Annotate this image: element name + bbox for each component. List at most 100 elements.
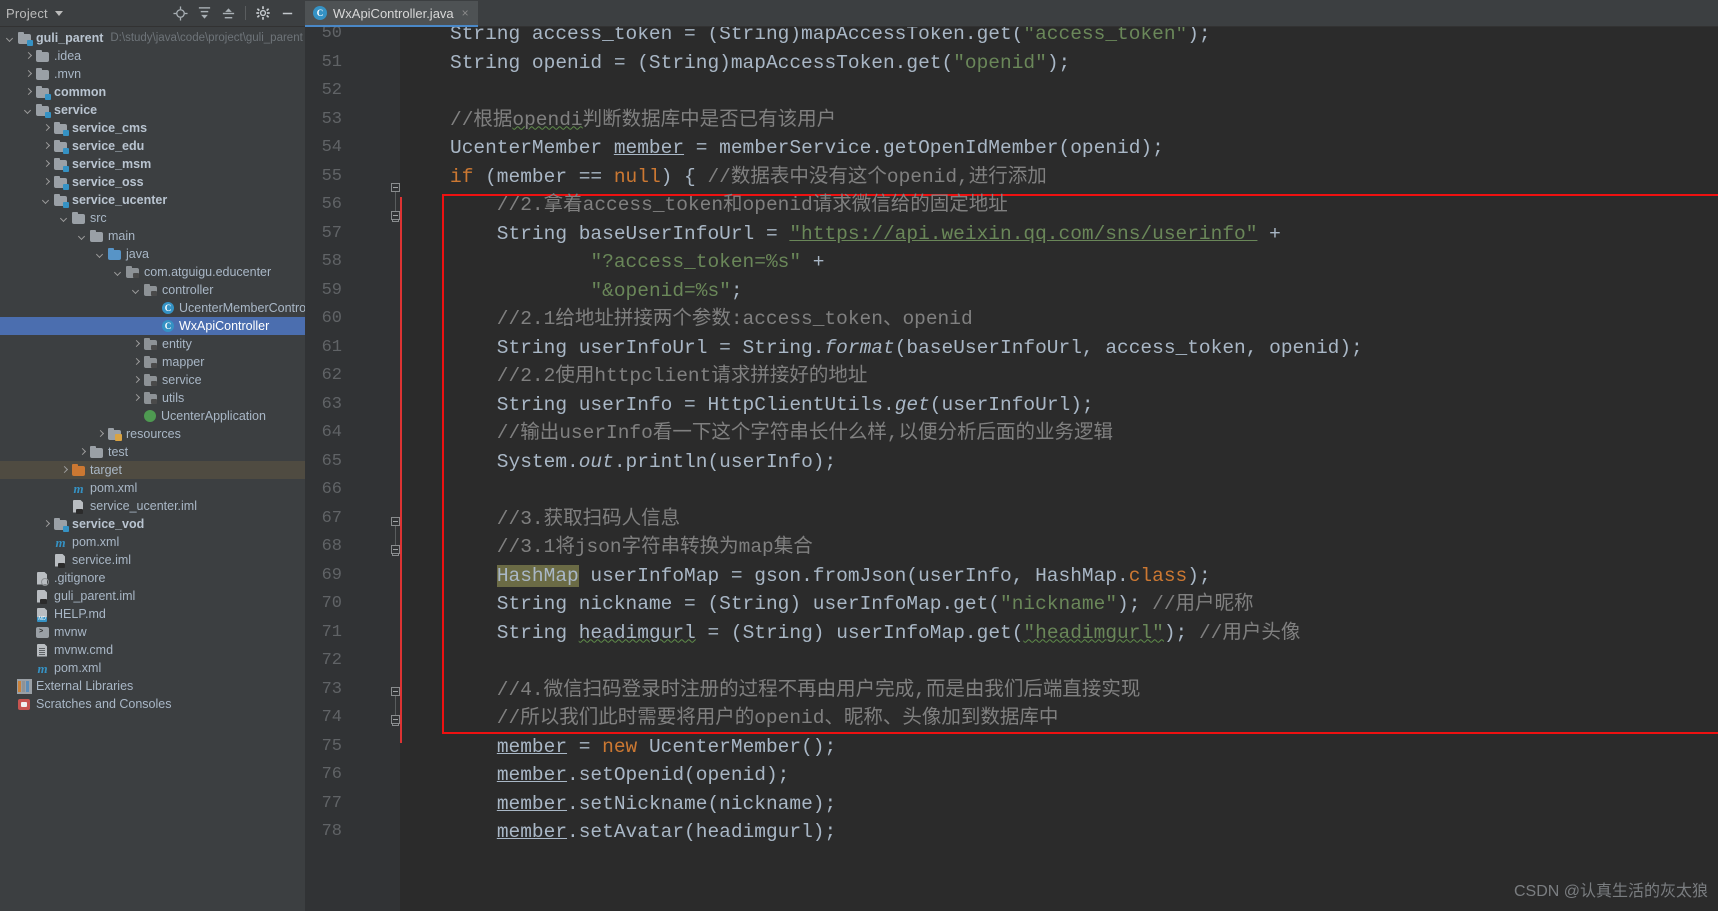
tree-row-main[interactable]: main xyxy=(0,227,305,245)
chevron-right-icon[interactable] xyxy=(131,357,142,368)
tree-row-entity[interactable]: entity xyxy=(0,335,305,353)
tree-row-service[interactable]: service xyxy=(0,371,305,389)
tree-row-mapper[interactable]: mapper xyxy=(0,353,305,371)
tree-row-service-msm[interactable]: service_msm xyxy=(0,155,305,173)
tree-row-ucenterapplication[interactable]: UcenterApplication xyxy=(0,407,305,425)
tree-row--gitignore[interactable]: .gitignore xyxy=(0,569,305,587)
tree-row-service-ucenter[interactable]: service_ucenter xyxy=(0,191,305,209)
code-line[interactable]: String baseUserInfoUrl = "https://api.we… xyxy=(450,220,1281,249)
fold-column[interactable] xyxy=(391,27,400,911)
tree-row-src[interactable]: src xyxy=(0,209,305,227)
toolwindow-title[interactable]: Project xyxy=(6,6,48,21)
code-line[interactable]: member = new UcenterMember(); xyxy=(450,733,836,762)
chevron-right-icon[interactable] xyxy=(23,51,34,62)
collapse-all-icon[interactable] xyxy=(216,2,240,24)
code-line[interactable]: String userInfo = HttpClientUtils.get(us… xyxy=(450,391,1094,420)
tree-row-test[interactable]: test xyxy=(0,443,305,461)
tree-row-com-atguigu-educenter[interactable]: com.atguigu.educenter xyxy=(0,263,305,281)
tree-row-wxapicontroller[interactable]: C WxApiController xyxy=(0,317,305,335)
expand-all-icon[interactable] xyxy=(192,2,216,24)
tree-row-pom-xml[interactable]: m pom.xml xyxy=(0,533,305,551)
chevron-down-icon[interactable] xyxy=(59,213,70,224)
chevron-down-icon[interactable] xyxy=(77,231,88,242)
code-line[interactable]: "?access_token=%s" + xyxy=(450,248,824,277)
tree-row-utils[interactable]: utils xyxy=(0,389,305,407)
editor-gutter[interactable]: 78 77 76 75 74 73 72 71 70 69 68 67 66 65 64 63 62 61 60 59… xyxy=(305,27,400,911)
code-line[interactable]: UcenterMember member = memberService.get… xyxy=(450,134,1164,163)
tree-row-guli-parent-iml[interactable]: guli_parent.iml xyxy=(0,587,305,605)
code-editor[interactable]: 78 77 76 75 74 73 72 71 70 69 68 67 66 65 64 63 62 61 60 59… xyxy=(305,27,1718,911)
chevron-down-icon[interactable] xyxy=(41,195,52,206)
code-content[interactable]: String access_token = (String)mapAccessT… xyxy=(400,27,1718,911)
chevron-right-icon[interactable] xyxy=(41,159,52,170)
code-line[interactable]: if (member == null) { //数据表中没有这个openid,进… xyxy=(450,163,1047,192)
chevron-down-icon[interactable] xyxy=(95,249,106,260)
code-line[interactable]: //所以我们此时需要将用户的openid、昵称、头像加到数据库中 xyxy=(450,704,1059,733)
chevron-right-icon[interactable] xyxy=(131,393,142,404)
code-line[interactable]: String userInfoUrl = String.format(baseU… xyxy=(450,334,1363,363)
chevron-right-icon[interactable] xyxy=(77,447,88,458)
code-line[interactable]: member.setAvatar(headimgurl); xyxy=(450,818,836,847)
chevron-down-icon[interactable] xyxy=(5,33,16,44)
code-line[interactable]: //2.1给地址拼接两个参数:access_token、openid xyxy=(450,305,973,334)
chevron-right-icon[interactable] xyxy=(41,141,52,152)
close-icon[interactable]: × xyxy=(462,7,469,19)
code-line[interactable]: String access_token = (String)mapAccessT… xyxy=(450,27,1211,49)
code-line[interactable]: //3.获取扫码人信息 xyxy=(450,505,680,534)
tree-row-pom-xml[interactable]: m pom.xml xyxy=(0,659,305,677)
code-line[interactable]: String headimgurl = (String) userInfoMap… xyxy=(450,619,1301,648)
code-line[interactable]: //输出userInfo看一下这个字符串长什么样,以便分析后面的业务逻辑 xyxy=(450,419,1113,448)
code-line[interactable]: //3.1将json字符串转换为map集合 xyxy=(450,533,813,562)
gear-icon[interactable] xyxy=(251,2,275,24)
tree-row-mvnw-cmd[interactable]: mvnw.cmd xyxy=(0,641,305,659)
code-line[interactable]: //2.拿着access_token和openid请求微信给的固定地址 xyxy=(450,191,1008,220)
code-line[interactable]: "&openid=%s"; xyxy=(450,277,742,306)
tree-row-service-ucenter-iml[interactable]: service_ucenter.iml xyxy=(0,497,305,515)
tree-row-resources[interactable]: resources xyxy=(0,425,305,443)
code-line[interactable]: String openid = (String)mapAccessToken.g… xyxy=(450,49,1070,78)
chevron-right-icon[interactable] xyxy=(41,177,52,188)
tree-row-service-edu[interactable]: service_edu xyxy=(0,137,305,155)
chevron-right-icon[interactable] xyxy=(131,339,142,350)
code-line[interactable]: //2.2使用httpclient请求拼接好的地址 xyxy=(450,362,868,391)
chevron-right-icon[interactable] xyxy=(23,69,34,80)
chevron-down-icon[interactable] xyxy=(23,105,34,116)
tree-row-service-vod[interactable]: service_vod xyxy=(0,515,305,533)
code-line[interactable]: member.setOpenid(openid); xyxy=(450,761,790,790)
chevron-right-icon[interactable] xyxy=(23,87,34,98)
tree-row-mvnw[interactable]: > mvnw xyxy=(0,623,305,641)
tree-row-help-md[interactable]: MD HELP.md xyxy=(0,605,305,623)
tree-row-scratches-and-consoles[interactable]: Scratches and Consoles xyxy=(0,695,305,713)
locate-icon[interactable] xyxy=(168,2,192,24)
tree-row-controller[interactable]: controller xyxy=(0,281,305,299)
tree-row-java[interactable]: java xyxy=(0,245,305,263)
tree-row-common[interactable]: common xyxy=(0,83,305,101)
code-line[interactable]: //4.微信扫码登录时注册的过程不再由用户完成,而是由我们后端直接实现 xyxy=(450,676,1141,705)
tree-row-pom-xml[interactable]: m pom.xml xyxy=(0,479,305,497)
code-line[interactable]: HashMap userInfoMap = gson.fromJson(user… xyxy=(450,562,1211,591)
project-tree[interactable]: guli_parent D:\study\java\code\project\gu… xyxy=(0,27,305,911)
tree-row-service-oss[interactable]: service_oss xyxy=(0,173,305,191)
chevron-right-icon[interactable] xyxy=(41,123,52,134)
code-line[interactable]: System.out.println(userInfo); xyxy=(450,448,836,477)
tree-row-service-iml[interactable]: service.iml xyxy=(0,551,305,569)
chevron-right-icon[interactable] xyxy=(41,519,52,530)
tree-row--mvn[interactable]: .mvn xyxy=(0,65,305,83)
code-line[interactable]: //根据opendi判断数据库中是否已有该用户 xyxy=(450,106,836,135)
chevron-down-icon[interactable] xyxy=(131,285,142,296)
tree-row--idea[interactable]: .idea xyxy=(0,47,305,65)
chevron-down-icon[interactable] xyxy=(113,267,124,278)
tree-row-service-cms[interactable]: service_cms xyxy=(0,119,305,137)
tree-row-service[interactable]: service xyxy=(0,101,305,119)
tree-row-target[interactable]: target xyxy=(0,461,305,479)
code-line[interactable]: String nickname = (String) userInfoMap.g… xyxy=(450,590,1254,619)
editor-tab-wxapicontroller[interactable]: C WxApiController.java × xyxy=(305,1,478,27)
tree-row-external-libraries[interactable]: External Libraries xyxy=(0,677,305,695)
tree-row-ucentermembercontroller[interactable]: C UcenterMemberController xyxy=(0,299,305,317)
tree-row-guli-parent[interactable]: guli_parent D:\study\java\code\project\gu… xyxy=(0,29,305,47)
minimize-icon[interactable] xyxy=(275,2,299,24)
chevron-right-icon[interactable] xyxy=(95,429,106,440)
code-line[interactable]: member.setNickname(nickname); xyxy=(450,790,836,819)
chevron-right-icon[interactable] xyxy=(59,465,70,476)
chevron-down-icon[interactable] xyxy=(54,10,63,16)
